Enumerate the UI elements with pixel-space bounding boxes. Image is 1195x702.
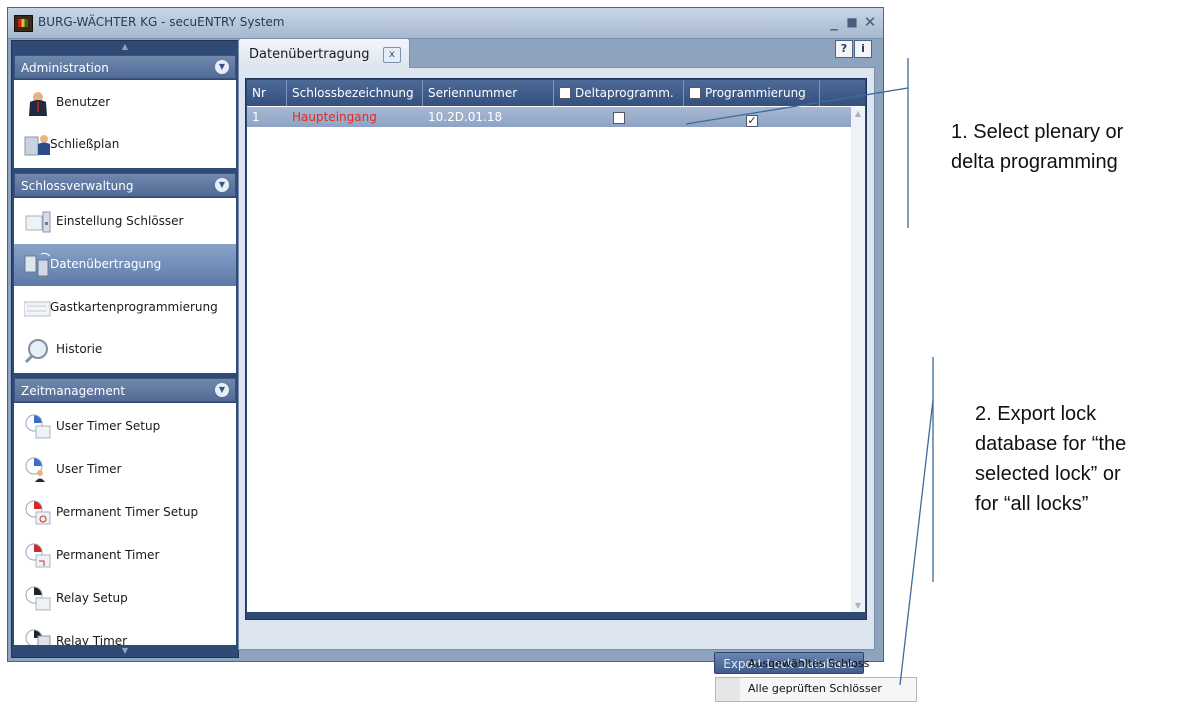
- annotation-line: 2. Export lock: [975, 403, 1097, 425]
- annotation-line: database for “the: [975, 433, 1127, 455]
- annotation-lines: [685, 58, 934, 686]
- annotation-line: delta programming: [951, 151, 1118, 173]
- annotation-step-1: 1. Select plenary or delta programming: [951, 117, 1123, 177]
- annotation-step-2: 2. Export lock database for “the selecte…: [975, 399, 1126, 519]
- annotation-line: selected lock” or: [975, 463, 1121, 485]
- annotation-line: for “all locks”: [975, 493, 1089, 515]
- annotation-line: 1. Select plenary or: [951, 121, 1124, 143]
